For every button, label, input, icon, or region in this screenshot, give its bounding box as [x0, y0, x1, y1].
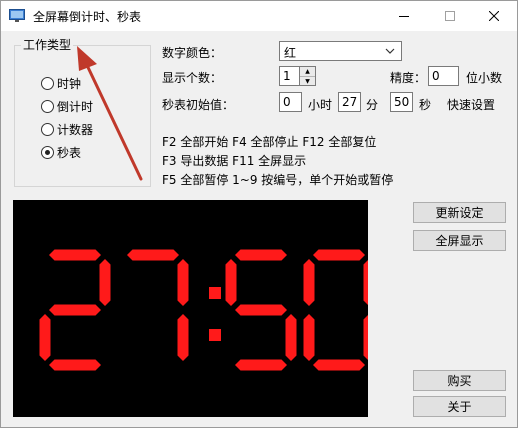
hotkeys-line-3: F5 全部暂停 1~9 按编号，单个开始或暂停 — [162, 173, 394, 187]
window-title: 全屏幕倒计时、秒表 — [33, 10, 142, 24]
maximize-icon — [445, 11, 455, 21]
about-button[interactable]: 关于 — [413, 396, 506, 417]
digit-color-label: 数字颜色： — [162, 46, 223, 60]
quick-set-link[interactable]: 快速设置 — [447, 96, 495, 113]
colon-dot-0 — [209, 287, 221, 299]
segment-g — [49, 304, 101, 316]
display-digit-2 — [225, 249, 297, 371]
digit-count-label: 显示个数： — [162, 71, 223, 85]
radio-clock-circle[interactable] — [41, 77, 54, 90]
precision-input[interactable]: 0 — [428, 66, 459, 86]
radio-clock-label[interactable]: 时钟 — [57, 75, 81, 92]
segment-b — [363, 259, 375, 306]
digit-color-select[interactable]: 红 — [279, 41, 402, 61]
radio-countdown-label[interactable]: 倒计时 — [57, 98, 93, 115]
minimize-button[interactable] — [381, 1, 427, 31]
segment-a — [235, 249, 287, 261]
radio-stopwatch-label[interactable]: 秒表 — [57, 144, 81, 161]
segment-c — [177, 314, 189, 361]
fullscreen-button[interactable]: 全屏显示 — [413, 230, 506, 251]
buy-button[interactable]: 购买 — [413, 370, 506, 391]
spinner-up-icon[interactable]: ▲ — [300, 67, 315, 76]
precision-label: 精度： — [390, 71, 427, 85]
radio-countdown-circle[interactable] — [41, 100, 54, 113]
segment-a — [313, 249, 365, 261]
segment-d — [313, 359, 365, 371]
work-type-group — [14, 45, 151, 187]
minimize-icon — [399, 16, 409, 17]
hours-input[interactable]: 0 — [279, 92, 302, 112]
app-window: 全屏幕倒计时、秒表 工作类型 时钟 倒计时 计数器 秒表 数字颜色： 红 显示个… — [0, 0, 518, 428]
maximize-button[interactable] — [427, 1, 473, 31]
digit-count-spinner[interactable]: ▲ ▼ — [299, 66, 316, 86]
digit-count-input[interactable]: 1 — [279, 66, 300, 86]
digit-color-value: 红 — [284, 46, 297, 60]
stopwatch-start-label: 秒表初始值： — [162, 98, 235, 112]
time-display — [13, 200, 375, 417]
segment-e — [303, 314, 315, 361]
display-digit-1 — [127, 249, 189, 361]
radio-stopwatch-circle[interactable] — [41, 146, 54, 159]
segment-d — [49, 359, 101, 371]
segment-f — [303, 259, 315, 306]
spinner-down-icon[interactable]: ▼ — [300, 76, 315, 85]
time-digits — [39, 249, 375, 371]
segment-d — [235, 359, 287, 371]
segment-b — [99, 259, 111, 306]
segment-f — [225, 259, 237, 306]
close-button[interactable] — [471, 1, 517, 31]
segment-g — [235, 304, 287, 316]
radio-counter-circle[interactable] — [41, 123, 54, 136]
seconds-unit: 秒 — [419, 98, 432, 112]
work-type-group-title: 工作类型 — [21, 36, 74, 53]
segment-b — [177, 259, 189, 306]
segment-c — [285, 314, 297, 361]
segment-e — [39, 314, 51, 361]
monitor-icon — [9, 9, 25, 22]
chevron-down-icon — [385, 48, 395, 54]
segment-a — [127, 249, 179, 261]
title-bar[interactable]: 全屏幕倒计时、秒表 — [1, 1, 517, 31]
segment-c — [363, 314, 375, 361]
hours-unit: 小时 — [308, 98, 333, 112]
segment-a — [49, 249, 101, 261]
hotkeys-line-2: F3 导出数据 F11 全屏显示 — [162, 154, 307, 168]
hotkeys-line-1: F2 全部开始 F4 全部停止 F12 全部复位 — [162, 135, 377, 149]
precision-unit: 位小数 — [466, 71, 503, 85]
minutes-input[interactable]: 27 — [338, 92, 361, 112]
radio-counter-label[interactable]: 计数器 — [57, 121, 93, 138]
display-digit-0 — [39, 249, 111, 371]
close-icon — [489, 11, 499, 21]
seconds-input[interactable]: 50 — [390, 92, 413, 112]
colon-dot-1 — [209, 329, 221, 341]
update-settings-button[interactable]: 更新设定 — [413, 202, 506, 223]
display-digit-3 — [303, 249, 375, 371]
minutes-unit: 分 — [366, 98, 379, 112]
